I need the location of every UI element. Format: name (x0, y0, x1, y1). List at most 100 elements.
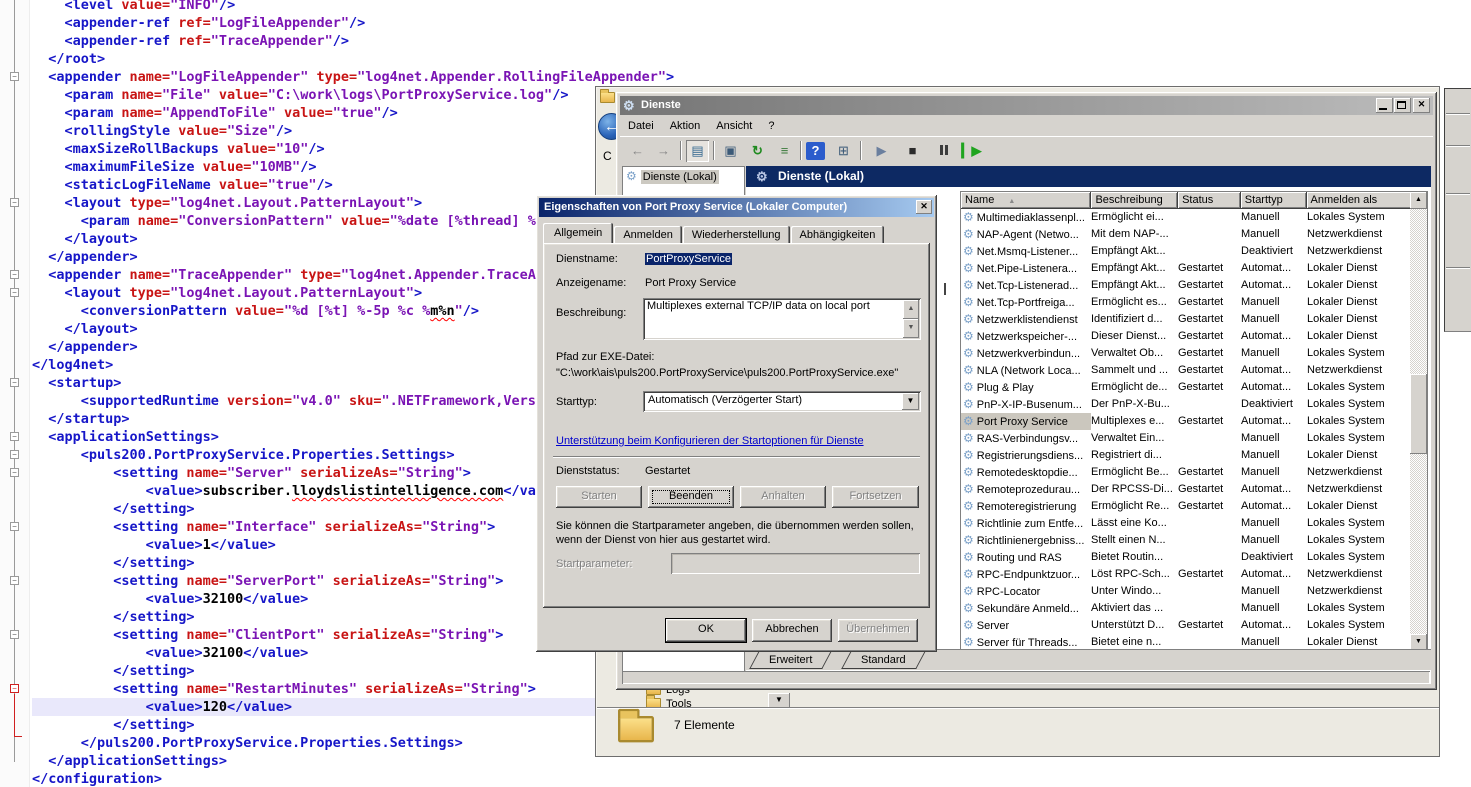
service-name-cell[interactable]: ⚙RPC-Locator (961, 583, 1091, 600)
service-name-cell[interactable]: ⚙Routing und RAS (961, 549, 1091, 566)
table-row[interactable]: ⚙Remoteprozedurau...Der RPCSS-Di...Gesta… (961, 481, 1410, 498)
table-row[interactable]: ⚙RemoteregistrierungErmöglicht Re...Gest… (961, 498, 1410, 515)
service-name-cell[interactable]: ⚙Richtlinie zum Entfe... (961, 515, 1091, 532)
fold-marker[interactable]: − (10, 450, 19, 459)
code-line[interactable]: <staticLogFileName value="true"/> (32, 176, 674, 194)
table-row[interactable]: ⚙Net.Pipe-Listenera...Empfängt Akt...Ges… (961, 260, 1410, 277)
service-name-cell[interactable]: ⚙Richtlinienergebniss... (961, 532, 1091, 549)
view-tab-standard[interactable]: Standard (841, 651, 925, 669)
code-line[interactable]: <maximumFileSize value="10MB"/> (32, 158, 674, 176)
code-line[interactable]: <param name="AppendToFile" value="true"/… (32, 104, 674, 122)
maximize-button[interactable] (1394, 98, 1411, 113)
service-name-cell[interactable]: ⚙NLA (Network Loca... (961, 362, 1091, 379)
service-name-cell[interactable]: ⚙Server (961, 617, 1091, 634)
table-row[interactable]: ⚙NAP-Agent (Netwo...Mit dem NAP-...Manue… (961, 226, 1410, 243)
table-row[interactable]: ⚙ServerUnterstützt D...GestartetAutomat.… (961, 617, 1410, 634)
forward-icon[interactable]: → (652, 140, 675, 162)
service-name-cell[interactable]: ⚙Sekundäre Anmeld... (961, 600, 1091, 617)
table-row[interactable]: ⚙RPC-Endpunktzuor...Löst RPC-Sch...Gesta… (961, 566, 1410, 583)
view-tab-erweitert[interactable]: Erweitert (749, 651, 832, 669)
table-row[interactable]: ⚙Netzwerkverbindun...Verwaltet Ob...Gest… (961, 345, 1410, 362)
startoptionen-link[interactable]: Unterstützung beim Konfigurieren der Sta… (556, 435, 864, 447)
startparameter-input[interactable] (671, 553, 920, 574)
code-line[interactable]: <maxSizeRollBackups value="10"/> (32, 140, 674, 158)
service-name-cell[interactable]: ⚙Net.Tcp-Listenerad... (961, 277, 1091, 294)
extended-view-icon[interactable]: ⊞ (832, 140, 855, 162)
table-row[interactable]: ⚙RPC-LocatorUnter Windo...ManuellNetzwer… (961, 583, 1410, 600)
fold-marker[interactable]: − (10, 468, 19, 477)
table-row[interactable]: ⚙NetzwerklistendienstIdentifiziert d...G… (961, 311, 1410, 328)
table-row[interactable]: ⚙Richtlinienergebniss...Stellt einen N..… (961, 532, 1410, 549)
refresh-icon[interactable]: ↻ (746, 140, 769, 162)
fold-marker[interactable]: − (10, 72, 19, 81)
splitter-handle[interactable] (944, 283, 946, 295)
service-name-cell[interactable]: ⚙Remoteprozedurau... (961, 481, 1091, 498)
service-name-cell[interactable]: ⚙Plug & Play (961, 379, 1091, 396)
scroll-up-button[interactable]: ▲ (903, 300, 919, 319)
service-name-cell[interactable]: ⚙Net.Msmq-Listener... (961, 243, 1091, 260)
vertical-scrollbar[interactable]: ▲ ▼ (1410, 192, 1427, 651)
menu-item-[interactable]: ? (760, 116, 782, 136)
anhalten-button[interactable]: Anhalten (740, 486, 826, 508)
table-row[interactable]: ⚙Multimediaklassenpl...Ermöglicht ei...M… (961, 209, 1410, 226)
fold-marker[interactable]: − (10, 270, 19, 279)
fortsetzen-button[interactable]: Fortsetzen (832, 486, 919, 508)
service-name-cell[interactable]: ⚙RPC-Endpunktzuor... (961, 566, 1091, 583)
chevron-down-icon[interactable]: ▼ (902, 393, 919, 410)
service-name-cell[interactable]: ⚙Port Proxy Service (961, 413, 1091, 430)
beenden-button[interactable]: Beenden (648, 486, 734, 508)
column-header-status[interactable]: Status (1178, 192, 1241, 209)
minimize-button[interactable] (1376, 98, 1393, 113)
export-list-icon[interactable]: ≡ (773, 140, 796, 162)
menu-item-ansicht[interactable]: Ansicht (708, 116, 760, 136)
service-name-cell[interactable]: ⚙PnP-X-IP-Busenum... (961, 396, 1091, 413)
show-console-tree-icon[interactable]: ▤ (686, 140, 709, 162)
column-header-starttyp[interactable]: Starttyp (1241, 192, 1307, 209)
fold-marker[interactable]: − (10, 630, 19, 639)
beschreibung-textbox[interactable]: Multiplexes external TCP/IP data on loca… (643, 298, 921, 340)
dropdown-button[interactable]: ▼ (768, 693, 790, 708)
uebernehmen-button[interactable]: Übernehmen (838, 619, 918, 642)
code-line[interactable]: <param name="File" value="C:\work\logs\P… (32, 86, 674, 104)
back-icon[interactable]: ← (626, 140, 649, 162)
start-service-icon[interactable]: ▶ (870, 140, 893, 162)
service-name-cell[interactable]: ⚙Net.Tcp-Portfreiga... (961, 294, 1091, 311)
code-line[interactable]: </setting> (32, 662, 674, 680)
code-line[interactable]: </setting> (32, 716, 674, 734)
code-line[interactable]: </root> (32, 50, 674, 68)
table-row[interactable]: ⚙NLA (Network Loca...Sammelt und ...Gest… (961, 362, 1410, 379)
service-name-cell[interactable]: ⚙Netzwerkverbindun... (961, 345, 1091, 362)
fold-marker[interactable]: − (10, 576, 19, 585)
tab-anmelden[interactable]: Anmelden (614, 226, 682, 243)
table-row[interactable]: ⚙Netzwerkspeicher-...Dieser Dienst...Ges… (961, 328, 1410, 345)
code-line[interactable]: <rollingStyle value="Size"/> (32, 122, 674, 140)
table-row[interactable]: ⚙Port Proxy ServiceMultiplexes e...Gesta… (961, 413, 1410, 430)
code-line[interactable]: <value>120</value> (32, 698, 674, 716)
close-icon[interactable]: ✕ (916, 200, 932, 214)
tab-allgemein[interactable]: Allgemein (543, 223, 613, 243)
table-row[interactable]: ⚙Registrierungsdiens...Registriert di...… (961, 447, 1410, 464)
fold-marker-active[interactable]: − (10, 684, 19, 693)
table-row[interactable]: ⚙Remotedesktopdie...Ermöglicht Be...Gest… (961, 464, 1410, 481)
title-bar[interactable]: ⚙ Dienste ✕ (620, 96, 1433, 115)
table-row[interactable]: ⚙Richtlinie zum Entfe...Lässt eine Ko...… (961, 515, 1410, 532)
service-name-cell[interactable]: ⚙Netzwerklistendienst (961, 311, 1091, 328)
code-line[interactable]: <setting name="RestartMinutes" serialize… (32, 680, 674, 698)
tree-item-dienste-lokal[interactable]: ⚙Dienste (Lokal) (623, 167, 744, 185)
fold-margin[interactable]: −−−−−−−−−−−− (0, 0, 30, 787)
stop-service-icon[interactable]: ■ (901, 140, 924, 162)
code-line[interactable]: </applicationSettings> (32, 752, 674, 770)
properties-icon[interactable]: ▣ (719, 140, 742, 162)
service-name-cell[interactable]: ⚙Remotedesktopdie... (961, 464, 1091, 481)
scroll-up-button[interactable]: ▲ (1410, 192, 1427, 209)
code-line[interactable]: <level value="INFO"/> (32, 0, 674, 14)
menu-item-datei[interactable]: Datei (620, 116, 662, 136)
scroll-down-button[interactable]: ▼ (903, 319, 919, 338)
code-line[interactable]: <appender-ref ref="TraceAppender"/> (32, 32, 674, 50)
fold-marker[interactable]: − (10, 198, 19, 207)
dialog-title-bar[interactable]: Eigenschaften von Port Proxy Service (Lo… (539, 198, 934, 217)
restart-service-icon[interactable]: ▎▶ (960, 140, 983, 162)
menu-item-aktion[interactable]: Aktion (662, 116, 709, 136)
help-icon[interactable]: ? (806, 142, 825, 160)
code-line[interactable]: <appender-ref ref="LogFileAppender"/> (32, 14, 674, 32)
